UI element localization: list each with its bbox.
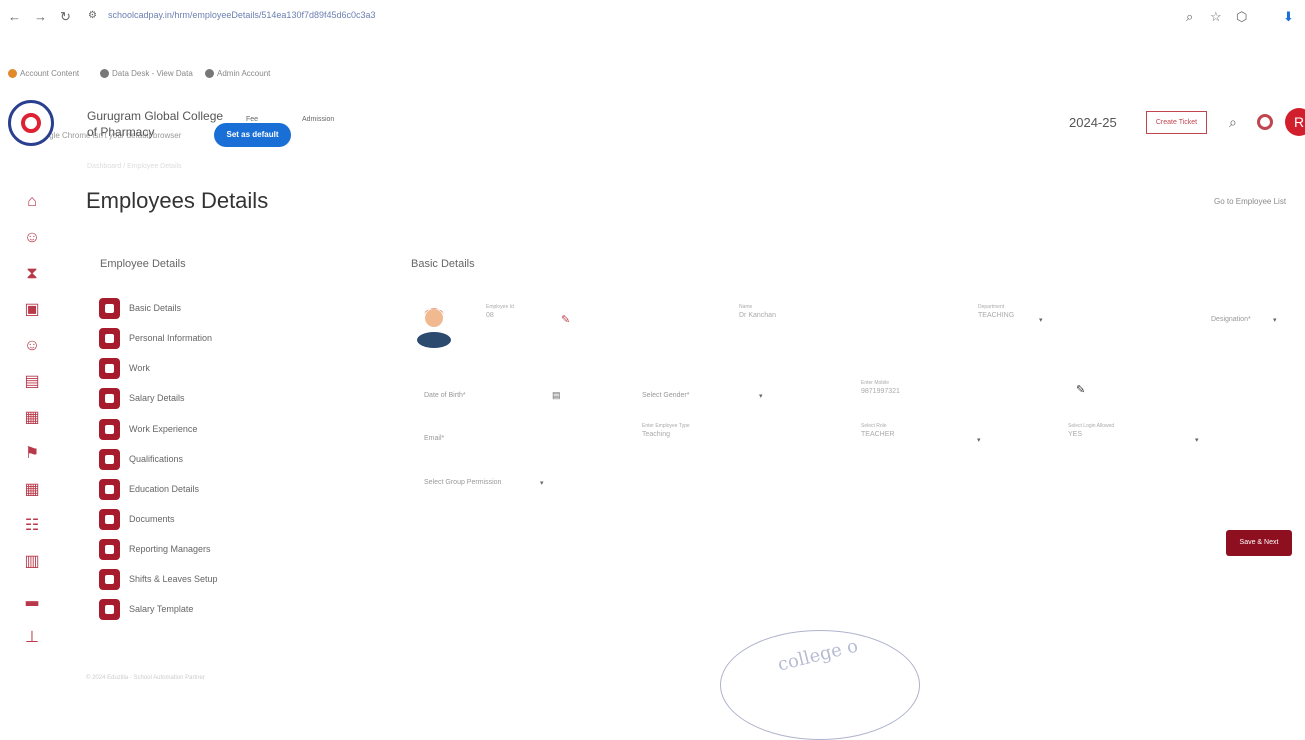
document-icon[interactable]: ▤	[22, 372, 42, 392]
nav-fee[interactable]: Fee	[246, 116, 258, 123]
role-select[interactable]: Select Role TEACHER	[861, 423, 894, 438]
session-selector[interactable]: 2024-25	[1069, 115, 1117, 130]
group-icon[interactable]: ☷	[22, 516, 42, 536]
clipboard-icon[interactable]: ▥	[22, 552, 42, 572]
chevron-down-icon: ▾	[977, 437, 981, 444]
email-field[interactable]: Email*	[424, 435, 444, 442]
department-select[interactable]: Department TEACHING	[978, 304, 1014, 319]
calendar-icon[interactable]: ▦	[22, 480, 42, 500]
id-card-icon[interactable]: ▣	[22, 300, 42, 320]
doc-icon	[99, 479, 120, 500]
dob-field[interactable]: Date of Birth*	[424, 392, 466, 399]
site-info-icon[interactable]: ⚙	[88, 10, 97, 21]
doc-icon	[99, 449, 120, 470]
footer-text: © 2024 Eduzilla · School Automation Part…	[86, 675, 205, 681]
user-circle-icon[interactable]: ☺	[22, 228, 42, 248]
gender-select[interactable]: Select Gender*	[642, 392, 689, 399]
forward-icon[interactable]: →	[34, 9, 47, 24]
lens-icon[interactable]: ⌕	[1186, 9, 1193, 25]
edit-pencil-icon[interactable]: ✎	[1076, 383, 1085, 396]
report-icon[interactable]: ▦	[22, 408, 42, 428]
home-icon[interactable]: ⌂	[22, 192, 42, 212]
employee-id-field[interactable]: Employee Id 08	[486, 304, 514, 319]
chevron-down-icon: ▾	[540, 480, 544, 487]
college-name: Gurugram Global College of Pharmacy	[87, 109, 224, 139]
mobile-field[interactable]: Enter Mobile 9871997321	[861, 380, 900, 395]
save-next-button[interactable]: Save & Next	[1226, 530, 1292, 556]
browser-toolbar: ← → ↻ ⚙ schoolcadpay.in/hrm/employeeDeta…	[0, 0, 1305, 32]
edit-pencil-icon[interactable]: ✎	[561, 313, 570, 326]
info-icon	[99, 298, 120, 319]
basic-details-heading: Basic Details	[411, 258, 475, 270]
file-icon	[99, 509, 120, 530]
bookmark-star-icon[interactable]: ☆	[1210, 9, 1222, 25]
go-to-employee-list-link[interactable]: Go to Employee List	[1214, 197, 1286, 206]
calendar-icon[interactable]: ▤	[552, 390, 561, 401]
hourglass-icon[interactable]: ⧗	[22, 264, 42, 284]
group-permission-select[interactable]: Select Group Permission	[424, 479, 501, 486]
transport-icon[interactable]: ⚑	[22, 444, 42, 464]
hierarchy-icon[interactable]: ⊥	[22, 628, 42, 648]
users-icon	[99, 539, 120, 560]
download-icon[interactable]: ⬇	[1283, 9, 1294, 25]
login-allowed-select[interactable]: Select Login Allowed YES	[1068, 423, 1114, 438]
person-icon	[99, 328, 120, 349]
employee-photo[interactable]	[415, 300, 453, 348]
chevron-down-icon: ▾	[1195, 437, 1199, 444]
reload-icon[interactable]: ↻	[60, 9, 71, 25]
address-bar[interactable]: schoolcadpay.in/hrm/employeeDetails/514e…	[108, 10, 376, 20]
breadcrumb: Dashboard / Employee Details	[87, 163, 182, 170]
chart-icon[interactable]: ▂	[22, 588, 42, 608]
briefcase-icon	[99, 358, 120, 379]
name-field[interactable]: Name Dr Kanchan	[739, 304, 776, 319]
grid-icon	[99, 599, 120, 620]
page-title: Employees Details	[86, 188, 269, 213]
avatar[interactable]: R	[1285, 108, 1305, 136]
grid-icon	[99, 569, 120, 590]
employee-type-field[interactable]: Enter Employee Type Teaching	[642, 423, 690, 438]
chevron-down-icon: ▾	[759, 393, 763, 400]
settings-icon[interactable]	[1257, 114, 1273, 130]
back-icon[interactable]: ←	[8, 9, 21, 24]
bookmarks-bar: Account Content Data Desk - View Data Ad…	[0, 32, 1305, 79]
college-logo	[8, 100, 54, 146]
extensions-icon[interactable]: ⬡	[1236, 9, 1247, 25]
create-ticket-button[interactable]: Create Ticket	[1146, 111, 1207, 134]
chevron-down-icon: ▾	[1039, 317, 1043, 324]
employee-details-heading: Employee Details	[100, 258, 186, 270]
designation-select[interactable]: Designation*	[1211, 316, 1251, 323]
money-icon	[99, 388, 120, 409]
search-icon[interactable]: ⌕	[1229, 114, 1237, 131]
profile-icon[interactable]: ☺	[22, 336, 42, 356]
chevron-down-icon: ▾	[1273, 317, 1277, 324]
doc-icon	[99, 419, 120, 440]
nav-admission[interactable]: Admission	[302, 116, 334, 123]
default-browser-infobar: ◉ Google Chrome isn't your default brows…	[0, 58, 1305, 147]
